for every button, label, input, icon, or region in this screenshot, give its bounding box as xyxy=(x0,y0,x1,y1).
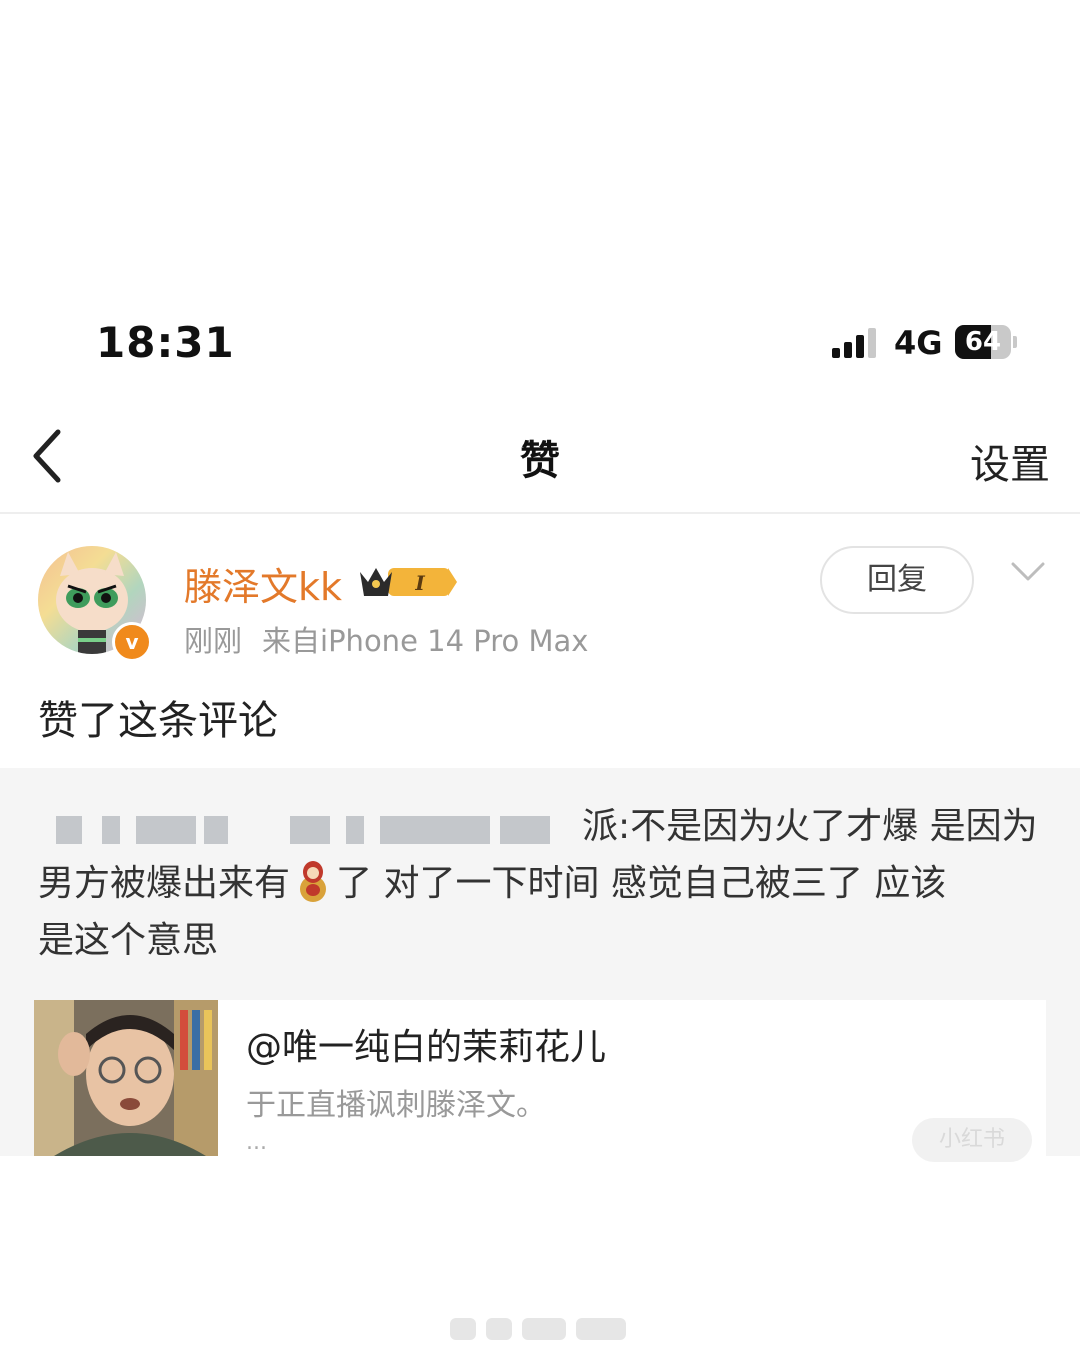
post-meta: 刚刚 来自iPhone 14 Pro Max xyxy=(184,618,588,660)
matryoshka-doll-icon xyxy=(298,859,328,903)
settings-button[interactable]: 设置 xyxy=(970,432,1050,490)
post-source: 来自iPhone 14 Pro Max xyxy=(262,624,589,658)
username[interactable]: 滕泽文kk xyxy=(184,556,342,611)
reply-button[interactable]: 回复 xyxy=(820,546,974,614)
action-text: 赞了这条评论 xyxy=(38,698,278,744)
crown-vip-icon[interactable]: I xyxy=(358,562,458,602)
quoted-comment-text: 派:不是因为火了才爆 是因为 男方被爆出来有 了 对了一下时间 感觉自己被三了 … xyxy=(38,806,1038,961)
watermark: 小红书 xyxy=(912,1118,1032,1162)
battery-icon: 64 xyxy=(955,325,1017,359)
status-time: 18:31 xyxy=(96,318,235,367)
card-description: 于正直播讽刺滕泽文。 xyxy=(246,1088,546,1123)
card-title[interactable]: @唯一纯白的茉莉花儿 xyxy=(246,1018,606,1070)
bottom-watermark xyxy=(450,1314,630,1344)
nav-divider xyxy=(0,512,1080,514)
chevron-down-icon[interactable] xyxy=(1010,560,1046,584)
network-type: 4G xyxy=(894,324,943,362)
post-thumbnail[interactable] xyxy=(34,1000,218,1156)
page-title: 赞 xyxy=(520,438,560,484)
card-more: ... xyxy=(246,1130,267,1155)
vip-level: I xyxy=(414,571,425,595)
battery-level: 64 xyxy=(964,327,1002,357)
verified-v-icon: v xyxy=(112,622,152,662)
post-time: 刚刚 xyxy=(184,624,243,658)
cellular-signal-icon xyxy=(832,328,880,358)
